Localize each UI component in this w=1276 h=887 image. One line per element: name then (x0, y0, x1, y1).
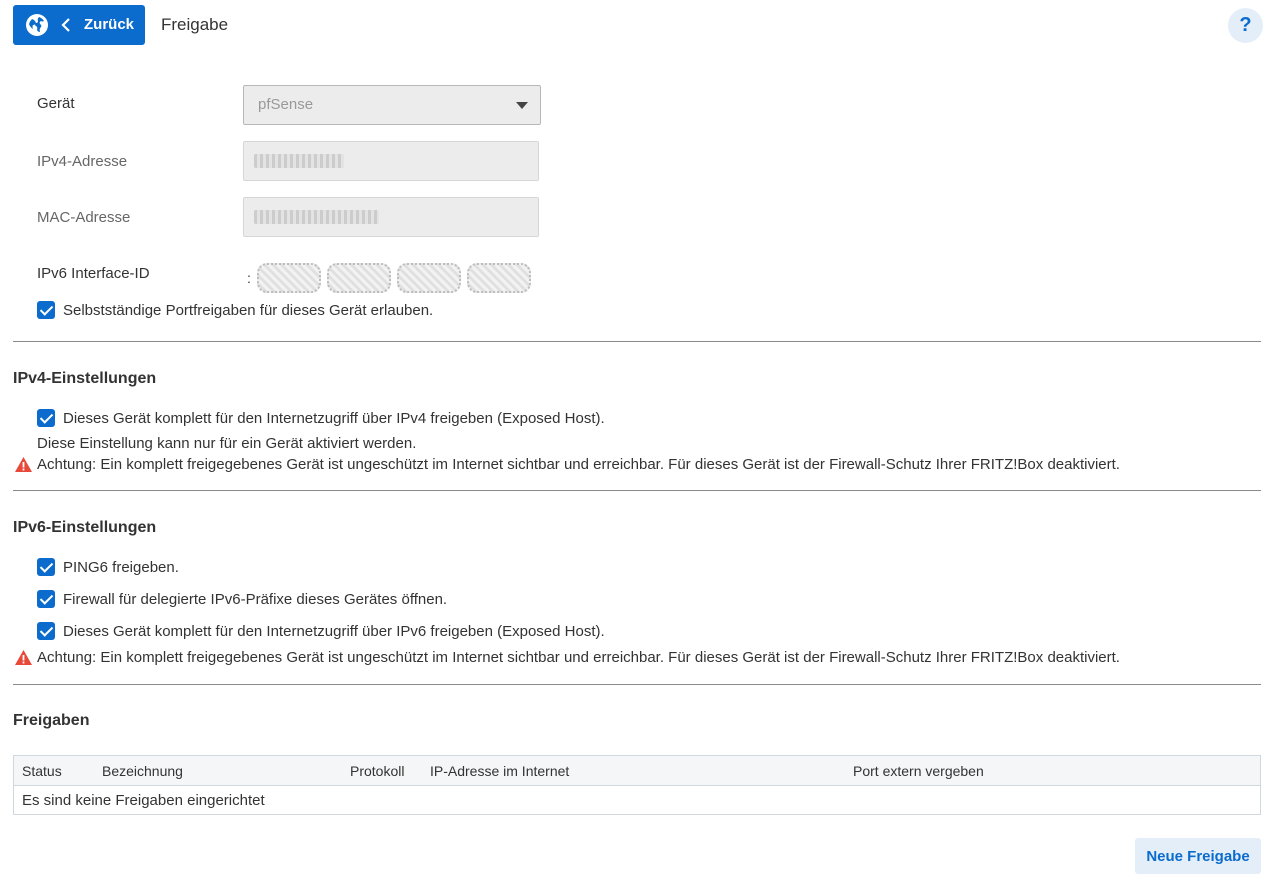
back-button[interactable]: Zurück (13, 5, 145, 45)
page-title: Freigabe (161, 15, 229, 34)
ping6-label: PING6 freigeben. (63, 558, 179, 576)
redacted-value (254, 210, 379, 224)
table-row: Es sind keine Freigaben eingerichtet (14, 786, 1260, 814)
globe-icon (26, 14, 48, 36)
ipv6-warning-text: Achtung: Ein komplett freigegebenes Gerä… (37, 649, 1120, 666)
mac-address-field (243, 197, 539, 237)
ipv4-warning: Achtung: Ein komplett freigegebenes Gerä… (14, 456, 1120, 473)
auto-portfreigabe-checkbox[interactable] (37, 301, 55, 319)
empty-table-message: Es sind keine Freigaben eingerichtet (22, 792, 265, 809)
redacted-value (256, 263, 321, 293)
column-header-status[interactable]: Status (22, 763, 62, 779)
geraet-select-value: pfSense (258, 96, 314, 113)
ping6-checkbox[interactable] (37, 558, 55, 576)
help-button[interactable]: ? (1228, 8, 1263, 43)
new-freigabe-button-label: Neue Freigabe (1146, 847, 1250, 865)
mac-address-label: MAC-Adresse (37, 209, 131, 226)
table-header: Status Bezeichnung Protokoll IP-Adresse … (14, 756, 1260, 786)
ipv6-exposed-host-label: Dieses Gerät komplett für den Internetzu… (63, 622, 605, 640)
redacted-value (254, 154, 344, 168)
ipv4-warning-text: Achtung: Ein komplett freigegebenes Gerä… (37, 456, 1120, 473)
ipv4-address-field (243, 141, 539, 181)
auto-portfreigabe-label: Selbstständige Portfreigaben für dieses … (63, 301, 434, 319)
top-bar: Zurück Freigabe ? (13, 5, 1263, 45)
warning-icon (15, 650, 32, 665)
redacted-value (466, 263, 531, 293)
column-header-ip-adresse[interactable]: IP-Adresse im Internet (430, 763, 569, 779)
ipv4-address-label: IPv4-Adresse (37, 153, 128, 170)
ping6-option: PING6 freigeben. (37, 558, 179, 576)
column-header-port-extern[interactable]: Port extern vergeben (853, 763, 984, 779)
divider (13, 341, 1261, 342)
column-header-bezeichnung[interactable]: Bezeichnung (102, 763, 183, 779)
freigaben-table: Status Bezeichnung Protokoll IP-Adresse … (13, 755, 1261, 815)
caret-down-icon (516, 102, 528, 109)
divider (13, 490, 1261, 491)
ipv6-firewall-checkbox[interactable] (37, 590, 55, 608)
freigaben-section-title: Freigaben (13, 712, 90, 729)
ipv6-warning: Achtung: Ein komplett freigegebenes Gerä… (14, 649, 1120, 666)
ipv6-firewall-label: Firewall für delegierte IPv6-Präfixe die… (63, 590, 448, 608)
ipv4-exposed-host-option: Dieses Gerät komplett für den Internetzu… (37, 409, 605, 427)
chevron-left-icon (61, 18, 70, 32)
ipv6-exposed-host-checkbox[interactable] (37, 622, 55, 640)
ipv6-prefix: : (247, 270, 251, 286)
ipv6-interface-id-label: IPv6 Interface-ID (37, 265, 150, 282)
redacted-value (396, 263, 461, 293)
redacted-value (326, 263, 391, 293)
back-button-label: Zurück (84, 16, 135, 33)
ipv4-section-title: IPv4-Einstellungen (13, 370, 157, 387)
ipv6-section-title: IPv6-Einstellungen (13, 519, 157, 536)
ipv4-note: Diese Einstellung kann nur für ein Gerät… (37, 435, 417, 452)
divider (13, 684, 1261, 685)
ipv6-exposed-host-option: Dieses Gerät komplett für den Internetzu… (37, 622, 605, 640)
auto-portfreigabe-option: Selbstständige Portfreigaben für dieses … (37, 301, 433, 319)
ipv6-interface-id-field: : (247, 263, 531, 293)
ipv4-exposed-host-label: Dieses Gerät komplett für den Internetzu… (63, 409, 605, 427)
new-freigabe-button[interactable]: Neue Freigabe (1135, 838, 1261, 874)
warning-icon (15, 457, 32, 472)
geraet-label: Gerät (37, 95, 75, 112)
ipv4-exposed-host-checkbox[interactable] (37, 409, 55, 427)
help-icon: ? (1239, 14, 1252, 36)
ipv6-firewall-option: Firewall für delegierte IPv6-Präfixe die… (37, 590, 447, 608)
column-header-protokoll[interactable]: Protokoll (350, 763, 404, 779)
geraet-select[interactable]: pfSense (243, 85, 541, 125)
